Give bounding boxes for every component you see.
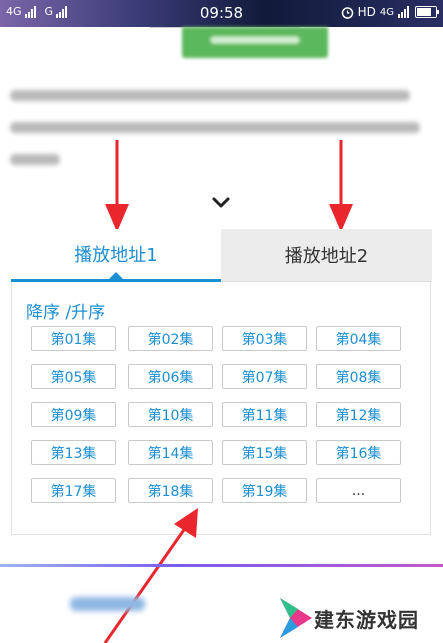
tab-label: 播放地址1 [74, 245, 158, 266]
episode-button[interactable]: 第16集 [316, 440, 401, 465]
episode-button[interactable]: 第12集 [316, 402, 401, 427]
episode-button[interactable]: 第18集 [128, 478, 213, 503]
divider [0, 564, 443, 567]
blurred-link[interactable] [70, 597, 145, 611]
episode-button[interactable]: 第08集 [316, 364, 401, 389]
episode-panel: 降序 /升序 第01集 第02集 第03集 第04集 第05集 第06集 第07… [11, 282, 431, 535]
episode-button[interactable]: 第04集 [316, 326, 401, 351]
chevron-down-icon[interactable] [210, 196, 232, 210]
battery-icon [415, 6, 439, 18]
episode-button[interactable]: 第15集 [222, 440, 307, 465]
watermark-text: 建东游戏园 [314, 608, 419, 632]
status-bar: 4G G 09:58 HD 4G [0, 0, 443, 27]
logo-icon [280, 598, 312, 638]
episode-button[interactable]: 第17集 [31, 478, 116, 503]
alarm-clock-icon [341, 6, 353, 19]
arrow-down-icon [105, 140, 129, 232]
episode-button[interactable]: 第03集 [222, 326, 307, 351]
sort-toggle[interactable]: 降序 /升序 [26, 298, 105, 323]
episode-button[interactable]: 第19集 [222, 478, 307, 503]
episode-button[interactable]: 第01集 [31, 326, 116, 351]
hd-indicator: HD [357, 5, 376, 19]
more-episodes-button[interactable]: ... [316, 478, 401, 503]
episode-button[interactable]: 第07集 [222, 364, 307, 389]
tab-source-1[interactable]: 播放地址1 [11, 229, 221, 282]
episode-button[interactable]: 第11集 [222, 402, 307, 427]
arrow-down-icon [329, 140, 353, 232]
episode-button[interactable]: 第13集 [31, 440, 116, 465]
tab-label: 播放地址2 [284, 246, 369, 267]
source-tabs: 播放地址1 播放地址2 [11, 229, 432, 282]
episode-button[interactable]: 第05集 [31, 364, 116, 389]
episode-button[interactable]: 第02集 [128, 326, 213, 351]
episode-button[interactable]: 第06集 [128, 364, 213, 389]
arrow-up-icon [103, 508, 198, 643]
episode-button[interactable]: 第14集 [128, 440, 213, 465]
blurred-button[interactable] [182, 27, 328, 58]
blurred-description [10, 90, 430, 186]
network-type-3: 4G [379, 6, 394, 18]
active-tab-indicator [109, 272, 123, 279]
tab-source-2[interactable]: 播放地址2 [221, 229, 432, 282]
episode-button[interactable]: 第10集 [128, 402, 213, 427]
episode-button[interactable]: 第09集 [31, 402, 116, 427]
status-right: HD 4G [341, 5, 439, 19]
signal-icon [398, 6, 409, 18]
